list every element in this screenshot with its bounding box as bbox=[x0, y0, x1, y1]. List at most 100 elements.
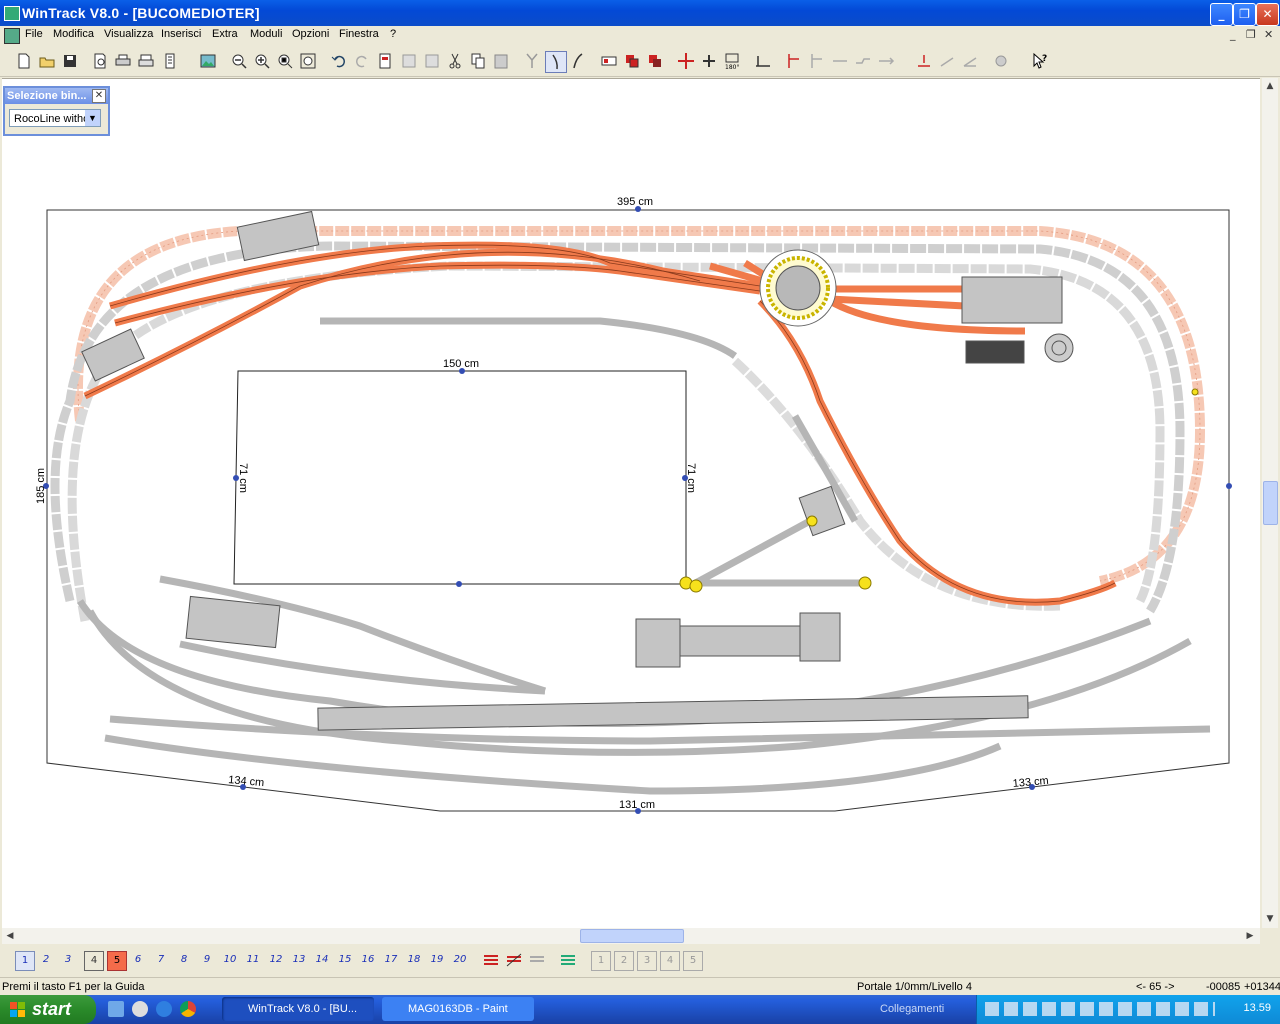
layer-one-icon[interactable] bbox=[599, 51, 619, 71]
layer-button-7[interactable]: 7 bbox=[152, 951, 170, 969]
document-icon[interactable] bbox=[4, 28, 20, 44]
print-setup-icon[interactable] bbox=[136, 51, 156, 71]
redo-icon[interactable] bbox=[352, 51, 372, 71]
layer-button-3[interactable]: 3 bbox=[59, 951, 77, 969]
horizontal-scroll-thumb[interactable] bbox=[580, 929, 684, 943]
align-icon[interactable] bbox=[422, 51, 442, 71]
slope-icon[interactable] bbox=[937, 51, 957, 71]
split-icon[interactable] bbox=[807, 51, 827, 71]
menu-file[interactable]: File bbox=[25, 28, 43, 40]
cut-icon[interactable] bbox=[445, 51, 465, 71]
extend-icon[interactable] bbox=[876, 51, 896, 71]
layer-button-19[interactable]: 19 bbox=[428, 951, 446, 969]
height-icon[interactable] bbox=[914, 51, 934, 71]
chevron-down-icon[interactable]: ▼ bbox=[85, 110, 100, 126]
mdi-restore-button[interactable]: ❐ bbox=[1246, 28, 1256, 41]
scroll-right-icon[interactable]: ▶ bbox=[1243, 929, 1257, 943]
minimize-button[interactable]: _ bbox=[1210, 3, 1233, 26]
save-icon[interactable] bbox=[60, 51, 80, 71]
taskbar-paint-button[interactable]: MAG0163DB - Paint bbox=[382, 997, 534, 1021]
layer-two-icon[interactable] bbox=[622, 51, 642, 71]
scroll-down-icon[interactable]: ▼ bbox=[1263, 912, 1277, 926]
layers-all-icon[interactable] bbox=[559, 951, 577, 969]
menu-opzioni[interactable]: Opzioni bbox=[292, 28, 329, 40]
paste-icon[interactable] bbox=[491, 51, 511, 71]
layer-button-16[interactable]: 16 bbox=[359, 951, 377, 969]
curve-track-icon[interactable] bbox=[545, 51, 567, 73]
vertical-scrollbar[interactable]: ▲ ▼ bbox=[1262, 78, 1278, 928]
print-preview-icon[interactable] bbox=[90, 51, 110, 71]
media-player-icon[interactable] bbox=[132, 1001, 148, 1017]
layer-button-8[interactable]: 8 bbox=[175, 951, 193, 969]
layer-button-12[interactable]: 12 bbox=[267, 951, 285, 969]
menu-inserisci[interactable]: Inserisci bbox=[161, 28, 201, 40]
new-file-icon[interactable] bbox=[14, 51, 34, 71]
start-button[interactable]: start bbox=[0, 995, 96, 1024]
grid-icon[interactable] bbox=[399, 51, 419, 71]
mdi-close-button[interactable]: ✕ bbox=[1264, 28, 1273, 41]
zoom-window-icon[interactable] bbox=[275, 51, 295, 71]
image-icon[interactable] bbox=[198, 51, 218, 71]
layer-button-1[interactable]: 1 bbox=[15, 951, 35, 971]
switch-track-icon[interactable] bbox=[522, 51, 542, 71]
layer-button-14[interactable]: 14 bbox=[313, 951, 331, 969]
show-desktop-icon[interactable] bbox=[108, 1001, 124, 1017]
rotate-180-icon[interactable]: 180° bbox=[722, 51, 742, 71]
mdi-minimize-button[interactable]: _ bbox=[1230, 28, 1236, 41]
layers-lock-icon[interactable] bbox=[528, 951, 546, 969]
measure-icon[interactable] bbox=[753, 51, 773, 71]
restore-button[interactable]: ❐ bbox=[1233, 3, 1256, 26]
connect-icon[interactable] bbox=[784, 51, 804, 71]
drawing-canvas[interactable]: 395 cm 150 cm 71 cm 71 cm 185 cm 134 cm … bbox=[2, 78, 1260, 929]
panel-close-icon[interactable]: ✕ bbox=[92, 89, 106, 103]
print-icon[interactable] bbox=[113, 51, 133, 71]
tray-icons[interactable] bbox=[985, 1002, 1215, 1016]
menu-visualizza[interactable]: Visualizza bbox=[104, 28, 153, 40]
layers-stack-icon[interactable] bbox=[482, 951, 500, 969]
layer-button-10[interactable]: 10 bbox=[221, 951, 239, 969]
horizontal-scrollbar[interactable]: ◀ ▶ bbox=[2, 928, 1260, 944]
scroll-up-icon[interactable]: ▲ bbox=[1263, 79, 1277, 93]
layer-three-icon[interactable] bbox=[645, 51, 665, 71]
layer-button-13[interactable]: 13 bbox=[290, 951, 308, 969]
break-icon[interactable] bbox=[853, 51, 873, 71]
module-button-2[interactable]: 2 bbox=[614, 951, 634, 971]
zoom-in-icon[interactable] bbox=[252, 51, 272, 71]
close-button[interactable]: ✕ bbox=[1256, 3, 1279, 26]
layer-button-18[interactable]: 18 bbox=[405, 951, 423, 969]
module-button-3[interactable]: 3 bbox=[637, 951, 657, 971]
layer-button-5[interactable]: 5 bbox=[107, 951, 127, 971]
layer-button-17[interactable]: 17 bbox=[382, 951, 400, 969]
app-icon[interactable] bbox=[4, 6, 20, 21]
taskbar-wintrack-button[interactable]: WinTrack V8.0 - [BU... bbox=[222, 997, 374, 1021]
menu-finestra[interactable]: Finestra bbox=[339, 28, 379, 40]
layer-button-15[interactable]: 15 bbox=[336, 951, 354, 969]
quick-links[interactable]: Collegamenti bbox=[880, 1003, 944, 1015]
menu-extra[interactable]: Extra bbox=[212, 28, 238, 40]
menu-help[interactable]: ? bbox=[390, 28, 396, 40]
layer-button-6[interactable]: 6 bbox=[129, 951, 147, 969]
settings-icon[interactable] bbox=[991, 51, 1011, 71]
copy-icon[interactable] bbox=[468, 51, 488, 71]
join-icon[interactable] bbox=[830, 51, 850, 71]
internet-explorer-icon[interactable] bbox=[156, 1001, 172, 1017]
layer-button-4[interactable]: 4 bbox=[84, 951, 104, 971]
help-cursor-icon[interactable]: ? bbox=[1030, 51, 1050, 71]
zoom-out-icon[interactable] bbox=[229, 51, 249, 71]
zoom-all-icon[interactable] bbox=[298, 51, 318, 71]
track-plan[interactable] bbox=[2, 79, 1260, 929]
track-library-select[interactable]: RocoLine witho ▼ bbox=[9, 109, 101, 127]
move-icon[interactable] bbox=[676, 51, 696, 71]
flex-track-icon[interactable] bbox=[568, 51, 588, 71]
layers-hide-icon[interactable] bbox=[505, 951, 523, 969]
properties-icon[interactable] bbox=[160, 51, 180, 71]
layer-button-11[interactable]: 11 bbox=[244, 951, 262, 969]
open-folder-icon[interactable] bbox=[37, 51, 57, 71]
ramp-icon[interactable] bbox=[960, 51, 980, 71]
delete-icon[interactable] bbox=[375, 51, 395, 71]
module-button-1[interactable]: 1 bbox=[591, 951, 611, 971]
chrome-icon[interactable] bbox=[180, 1001, 196, 1017]
scroll-left-icon[interactable]: ◀ bbox=[3, 929, 17, 943]
insert-track-icon[interactable] bbox=[699, 51, 719, 71]
menu-modifica[interactable]: Modifica bbox=[53, 28, 94, 40]
